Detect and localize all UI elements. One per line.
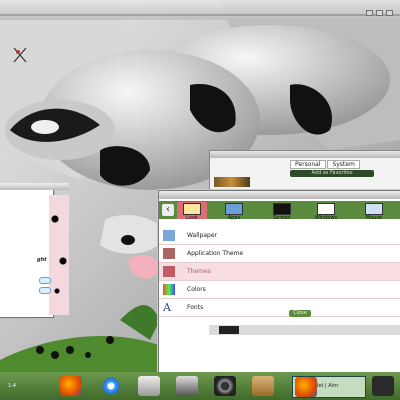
cow-thumbnail xyxy=(219,326,239,334)
list-item-label: Application Theme xyxy=(187,250,244,257)
drive-icon[interactable] xyxy=(176,376,198,396)
panel-icon[interactable] xyxy=(376,10,383,16)
tool-mouse[interactable]: Mouse xyxy=(359,202,389,221)
taskbar: 1:4 let | Aim xyxy=(0,372,400,400)
mouse-icon xyxy=(365,203,383,215)
list-item-label: Fonts xyxy=(187,304,204,311)
tool-apps-label: Apps xyxy=(227,215,241,221)
left-dialog-titlebar[interactable] xyxy=(0,183,69,190)
firefox-icon[interactable] xyxy=(60,376,82,396)
window-icon[interactable] xyxy=(372,376,394,396)
apps-icon xyxy=(225,203,243,215)
firefox-icon xyxy=(295,377,317,397)
settings-list: Wallpaper Application Theme Themes Color… xyxy=(159,227,400,317)
clock: 1:4 xyxy=(8,383,17,389)
preview-image xyxy=(214,177,250,187)
cow-pattern-image xyxy=(49,195,69,315)
paint-icon xyxy=(183,203,201,215)
back-button[interactable]: ‹ xyxy=(162,204,174,216)
close-button[interactable]: Close xyxy=(289,310,311,317)
tool-windows[interactable]: Windows xyxy=(311,202,341,221)
left-dialog: ght xyxy=(0,183,69,318)
computer-icon[interactable] xyxy=(138,376,160,396)
colors-icon xyxy=(163,284,175,295)
bubble-icon xyxy=(39,287,51,294)
left-dialog-text: ght xyxy=(37,257,47,263)
tool-apps[interactable]: Apps xyxy=(219,202,249,221)
tool-screen-label: Screen xyxy=(273,215,291,221)
fonts-icon: A xyxy=(163,301,171,314)
panel-icon[interactable] xyxy=(366,10,373,16)
appearance-window: ‹ Look Apps Screen Windows Mouse Wallpap… xyxy=(158,190,400,378)
bubble-icon xyxy=(39,277,51,284)
theme-icon xyxy=(163,248,175,259)
panel-divider xyxy=(0,14,400,16)
window-strip xyxy=(209,325,400,335)
taskbar-task[interactable]: let | Aim xyxy=(292,376,366,398)
list-item-fonts[interactable]: A Fonts xyxy=(159,299,400,317)
preferences-titlebar[interactable] xyxy=(210,151,400,158)
ring-icon[interactable] xyxy=(100,376,122,396)
taskbar-task-label: let | Aim xyxy=(317,383,338,389)
list-item-colors[interactable]: Colors xyxy=(159,281,400,299)
windows-icon xyxy=(317,203,335,215)
tool-mouse-label: Mouse xyxy=(365,215,383,221)
appearance-titlebar[interactable] xyxy=(159,191,400,199)
themes-icon xyxy=(163,266,175,277)
tool-screen[interactable]: Screen xyxy=(267,202,297,221)
tool-look[interactable]: Look xyxy=(177,202,207,221)
list-item-label: Wallpaper xyxy=(187,232,218,239)
list-item-wallpaper[interactable]: Wallpaper xyxy=(159,227,400,245)
list-item-themes[interactable]: Themes xyxy=(159,263,400,281)
add-favorites-button[interactable]: Add as Favorites xyxy=(290,170,374,177)
tab-system[interactable]: System xyxy=(327,160,360,169)
screen-icon xyxy=(273,203,291,215)
panel-icon[interactable] xyxy=(386,10,393,16)
top-panel xyxy=(0,0,400,20)
camera-icon[interactable] xyxy=(214,376,236,396)
settings-toolbar: ‹ Look Apps Screen Windows Mouse xyxy=(159,201,400,221)
folder-icon[interactable] xyxy=(252,376,274,396)
tool-windows-label: Windows xyxy=(314,215,338,221)
wallpaper-icon xyxy=(163,230,175,241)
preferences-tabs: Personal System xyxy=(290,160,360,169)
tab-personal[interactable]: Personal xyxy=(290,160,326,169)
tool-look-label: Look xyxy=(186,215,198,221)
list-item-label: Themes xyxy=(187,268,211,275)
list-item-label: Colors xyxy=(187,286,206,293)
list-item-application-theme[interactable]: Application Theme xyxy=(159,245,400,263)
